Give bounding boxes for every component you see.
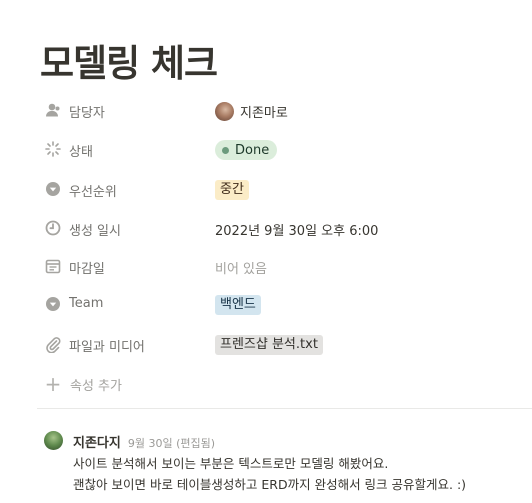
empty-value: 비어 있음: [215, 261, 267, 277]
add-property-button[interactable]: + 속성 추가: [44, 374, 122, 394]
comment-header: 지존다지 9월 30일 (편집됨): [73, 432, 215, 451]
avatar: [215, 101, 234, 121]
status-badge: Done: [215, 140, 278, 160]
person-icon: [44, 101, 62, 119]
team-tag: 백엔드: [215, 295, 261, 315]
comment-author: 지존다지: [73, 436, 121, 451]
comment-text-line: 괜찮아 보이면 바로 테이블생성하고 ERD까지 완성해서 링크 공유할게요. …: [73, 477, 467, 492]
status-dot: [222, 146, 229, 154]
property-row-files[interactable]: 파일과 미디어 프렌즈샵 분석.txt: [44, 334, 524, 356]
property-name: 파일과 미디어: [69, 340, 145, 355]
property-row-assignee[interactable]: 담당자 지존마로: [44, 100, 524, 122]
page-title[interactable]: 모델링 체크: [40, 33, 218, 87]
status-label: Done: [235, 142, 270, 158]
property-row-team[interactable]: Team 백엔드: [44, 294, 524, 316]
property-value-due-date[interactable]: 비어 있음: [215, 256, 267, 278]
paperclip-icon: [44, 335, 62, 353]
status-icon: [44, 140, 62, 158]
comment-timestamp: 9월 30일 (편집됨): [127, 437, 216, 450]
property-row-priority[interactable]: 우선순위 중간: [44, 179, 524, 201]
calendar-icon: [44, 257, 62, 275]
property-name: 상태: [69, 145, 93, 160]
property-name: 생성 일시: [69, 224, 121, 239]
property-name: 우선순위: [69, 185, 117, 200]
divider: [37, 408, 532, 409]
property-value-files[interactable]: 프렌즈샵 분석.txt: [215, 334, 323, 356]
property-row-due-date[interactable]: 마감일 비어 있음: [44, 256, 524, 278]
property-value-created-time[interactable]: 2022년 9월 30일 오후 6:00: [215, 218, 378, 240]
comment-text-line: 사이트 분석해서 보이는 부분은 텍스트로만 모델링 해봤어요.: [73, 456, 389, 471]
created-time-value: 2022년 9월 30일 오후 6:00: [215, 223, 379, 239]
property-name: Team: [69, 296, 104, 311]
file-attachment[interactable]: 프렌즈샵 분석.txt: [215, 335, 323, 355]
property-row-status[interactable]: 상태 Done: [44, 139, 524, 161]
add-property-label: 속성 추가: [70, 378, 122, 394]
property-name: 마감일: [69, 262, 105, 277]
property-value-team[interactable]: 백엔드: [215, 294, 261, 316]
select-icon: [44, 180, 62, 198]
select-icon: [44, 295, 62, 313]
property-value-assignee[interactable]: 지존마로: [215, 100, 288, 122]
assignee-name: 지존마로: [240, 105, 288, 121]
property-name: 담당자: [69, 106, 105, 121]
property-value-status[interactable]: Done: [215, 139, 278, 161]
property-row-created-time[interactable]: 생성 일시 2022년 9월 30일 오후 6:00: [44, 218, 524, 240]
clock-icon: [44, 219, 62, 237]
property-value-priority[interactable]: 중간: [215, 179, 249, 201]
priority-tag: 중간: [215, 180, 249, 200]
avatar: [44, 431, 63, 450]
plus-icon: +: [44, 372, 62, 396]
